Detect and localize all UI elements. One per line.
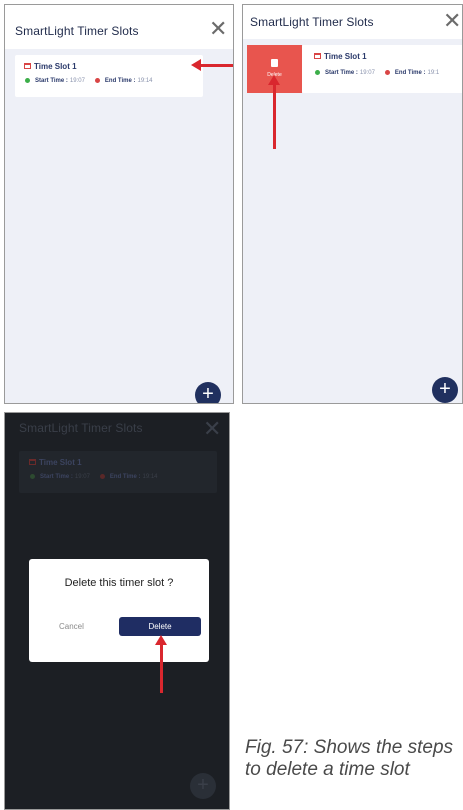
end-value: 19:14: [137, 78, 153, 85]
arrowhead-icon: [191, 59, 201, 71]
arrow-icon: [201, 64, 233, 67]
screen-swipe-delete: SmartLight Timer Slots ✕ Delete Time Slo…: [242, 4, 463, 404]
page-title: SmartLight Timer Slots: [15, 24, 139, 38]
dialog-question: Delete this timer slot ?: [64, 577, 174, 589]
calendar-icon: [314, 53, 321, 59]
start-dot-icon: [25, 78, 30, 83]
arrow-icon: [160, 645, 163, 693]
start-label: Start Time :: [35, 78, 68, 85]
app-header: SmartLight Timer Slots ✕: [5, 5, 233, 49]
end-value: 19:14: [142, 474, 158, 481]
slot-title: Time Slot 1: [39, 458, 82, 467]
end-label: End Time :: [104, 78, 136, 85]
slot-times: Start Time :19:07 End Time :19:14: [30, 474, 168, 480]
arrow-icon: [273, 85, 276, 149]
page-title: SmartLight Timer Slots: [250, 15, 374, 29]
start-dot-icon: [315, 70, 320, 75]
calendar-icon: [24, 63, 31, 69]
screen-delete-dialog: SmartLight Timer Slots ✕ Time Slot 1 Sta…: [4, 412, 230, 810]
calendar-icon: [29, 459, 36, 465]
trash-icon: [271, 59, 278, 67]
end-dot-icon: [94, 78, 100, 83]
add-slot-button[interactable]: +: [432, 377, 458, 403]
end-dot-icon: [99, 474, 105, 479]
start-value: 19:07: [359, 70, 375, 77]
start-label: Start Time :: [325, 70, 358, 77]
start-value: 19:07: [74, 474, 90, 481]
time-slot-card[interactable]: Time Slot 1 Start Time :19:07 End Time :1…: [302, 45, 462, 93]
close-icon[interactable]: ✕: [203, 418, 221, 440]
arrowhead-icon: [155, 635, 167, 645]
page-title: SmartLight Timer Slots: [19, 421, 143, 435]
end-dot-icon: [384, 70, 390, 75]
slot-times: Start Time :19:07 End Time :19:14: [25, 78, 163, 84]
time-slot-card[interactable]: Time Slot 1 Start Time :19:07 End Time :1…: [15, 55, 203, 97]
add-slot-button[interactable]: +: [195, 382, 221, 403]
figure-caption: Fig. 57: Shows the steps to delete a tim…: [245, 737, 454, 780]
app-header: SmartLight Timer Slots ✕: [243, 5, 462, 39]
arrowhead-icon: [268, 75, 280, 85]
close-icon[interactable]: ✕: [443, 10, 461, 32]
end-label: End Time :: [394, 70, 426, 77]
screen-timer-slots: SmartLight Timer Slots ✕ Time Slot 1 Sta…: [4, 4, 234, 404]
add-slot-button[interactable]: +: [190, 773, 216, 799]
start-dot-icon: [30, 474, 35, 479]
slot-title: Time Slot 1: [34, 62, 77, 71]
delete-confirm-dialog: Delete this timer slot ? Cancel Delete: [29, 559, 209, 662]
slot-title: Time Slot 1: [324, 52, 367, 61]
close-icon[interactable]: ✕: [209, 18, 227, 40]
time-slot-card: Time Slot 1 Start Time :19:07 End Time :1…: [19, 451, 217, 493]
start-label: Start Time :: [40, 474, 73, 481]
cancel-button[interactable]: Cancel: [59, 622, 84, 631]
delete-button[interactable]: Delete: [119, 617, 201, 636]
start-value: 19:07: [69, 78, 85, 85]
end-value: 19:1: [427, 70, 440, 77]
slot-times: Start Time :19:07 End Time :19:1: [315, 70, 449, 76]
end-label: End Time :: [109, 474, 141, 481]
